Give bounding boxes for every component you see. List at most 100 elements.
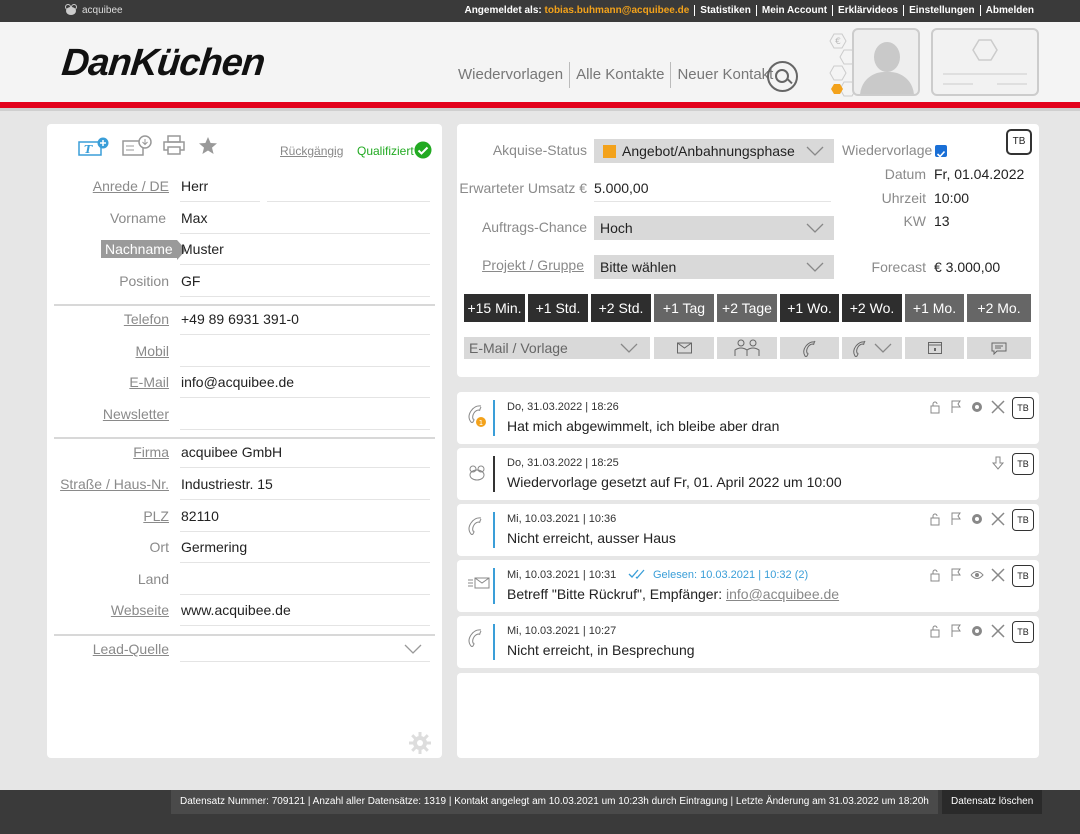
- leadquelle-select[interactable]: [180, 638, 430, 662]
- nav-neuer-kontakt[interactable]: Neuer Kontakt: [671, 62, 779, 88]
- tb-button[interactable]: TB: [1012, 453, 1034, 475]
- nav-alle-kontakte[interactable]: Alle Kontakte: [570, 62, 672, 88]
- arrow-down-icon[interactable]: [991, 456, 1005, 470]
- tb-button[interactable]: TB: [1012, 509, 1034, 531]
- strasse-label[interactable]: Straße / Haus-Nr.: [60, 476, 169, 492]
- lock-icon[interactable]: [928, 400, 942, 414]
- uhrzeit-field[interactable]: 10:00: [934, 190, 969, 206]
- time-button-2wo[interactable]: +2 Wo.: [842, 294, 902, 322]
- activity-entry[interactable]: Do, 31.03.2022 | 18:25 Wiedervorlage ges…: [457, 448, 1039, 500]
- nachname-field[interactable]: Muster: [181, 241, 224, 257]
- meeting-button[interactable]: [717, 337, 777, 359]
- time-button-2std[interactable]: +2 Std.: [591, 294, 651, 322]
- mobil-label[interactable]: Mobil: [136, 343, 169, 359]
- user-email[interactable]: tobias.buhmann@acquibee.de: [545, 5, 690, 16]
- call-button[interactable]: [780, 337, 839, 359]
- gear-icon[interactable]: [970, 624, 984, 638]
- webseite-label[interactable]: Webseite: [111, 602, 169, 618]
- link-mein-account[interactable]: Mein Account: [762, 5, 827, 16]
- search-icon[interactable]: [767, 61, 798, 92]
- close-icon[interactable]: [991, 512, 1005, 526]
- time-button-15min[interactable]: +15 Min.: [464, 294, 525, 322]
- link-statistiken[interactable]: Statistiken: [700, 5, 751, 16]
- umsatz-field[interactable]: 5.000,00: [594, 180, 649, 196]
- note-button[interactable]: [967, 337, 1031, 359]
- star-icon[interactable]: [198, 136, 218, 155]
- gear-icon[interactable]: [408, 731, 432, 755]
- close-icon[interactable]: [991, 400, 1005, 414]
- leadquelle-label[interactable]: Lead-Quelle: [93, 641, 169, 657]
- link-erklaervideos[interactable]: Erklärvideos: [838, 5, 898, 16]
- time-button-2mo[interactable]: +2 Mo.: [967, 294, 1031, 322]
- telefon-field[interactable]: +49 89 6931 391-0: [181, 311, 299, 327]
- chance-select[interactable]: Hoch: [594, 216, 834, 240]
- lock-icon[interactable]: [928, 624, 942, 638]
- calendar-button[interactable]: [905, 337, 964, 359]
- activity-entry[interactable]: Mi, 10.03.2021 | 10:31 Gelesen: 10.03.20…: [457, 560, 1039, 612]
- anrede-label[interactable]: Anrede / DE: [93, 178, 169, 194]
- flag-icon[interactable]: [949, 624, 963, 638]
- add-text-icon[interactable]: T: [78, 137, 110, 157]
- plz-field[interactable]: 82110: [181, 508, 219, 524]
- time-button-2tage[interactable]: +2 Tage: [717, 294, 777, 322]
- forecast-label: Forecast: [871, 259, 926, 275]
- firma-field[interactable]: acquibee GmbH: [181, 444, 282, 460]
- eye-icon[interactable]: [970, 568, 984, 582]
- print-icon[interactable]: [163, 135, 185, 155]
- company-logo[interactable]: DanKüchen: [60, 42, 267, 85]
- avatar[interactable]: [852, 28, 920, 96]
- firma-label[interactable]: Firma: [133, 444, 169, 460]
- delete-record-button[interactable]: Datensatz löschen: [942, 790, 1043, 814]
- nav-wiedervorlagen[interactable]: Wiedervorlagen: [452, 62, 571, 88]
- vorname-field[interactable]: Max: [181, 210, 207, 226]
- time-button-1mo[interactable]: +1 Mo.: [905, 294, 964, 322]
- status-color-icon: [603, 145, 616, 158]
- vcard-download-icon[interactable]: [122, 135, 154, 157]
- datum-field[interactable]: Fr, 01.04.2022: [934, 166, 1024, 182]
- time-button-1wo[interactable]: +1 Wo.: [780, 294, 839, 322]
- close-icon[interactable]: [991, 624, 1005, 638]
- undo-link[interactable]: Rückgängig: [280, 144, 343, 158]
- gear-icon[interactable]: [970, 512, 984, 526]
- email-label[interactable]: E-Mail: [129, 374, 169, 390]
- wiedervorlage-checkbox[interactable]: [935, 145, 947, 158]
- webseite-field[interactable]: www.acquibee.de: [181, 602, 291, 618]
- projekt-label[interactable]: Projekt / Gruppe: [482, 257, 584, 273]
- email-field[interactable]: info@acquibee.de: [181, 374, 294, 390]
- lock-icon[interactable]: [928, 512, 942, 526]
- activity-date: Do, 31.03.2022 | 18:26: [507, 401, 619, 413]
- email-template-select[interactable]: E-Mail / Vorlage: [464, 337, 650, 359]
- flag-icon[interactable]: [949, 400, 963, 414]
- strasse-field[interactable]: Industriestr. 15: [181, 476, 273, 492]
- activity-entry[interactable]: 1 Do, 31.03.2022 | 18:26 Hat mich abgewi…: [457, 392, 1039, 444]
- flag-icon[interactable]: [949, 568, 963, 582]
- plz-label[interactable]: PLZ: [143, 508, 169, 524]
- close-icon[interactable]: [991, 568, 1005, 582]
- send-email-button[interactable]: [654, 337, 714, 359]
- tb-button[interactable]: TB: [1006, 129, 1032, 155]
- activity-date: Mi, 10.03.2021 | 10:31: [507, 569, 617, 581]
- flag-icon[interactable]: [949, 512, 963, 526]
- newsletter-label[interactable]: Newsletter: [103, 406, 169, 422]
- call-options-button[interactable]: [842, 337, 902, 359]
- tb-button[interactable]: TB: [1012, 565, 1034, 587]
- lock-icon[interactable]: [928, 568, 942, 582]
- tb-button[interactable]: TB: [1012, 621, 1034, 643]
- checkmark-icon[interactable]: [414, 141, 432, 159]
- activity-entry[interactable]: Mi, 10.03.2021 | 10:36 Nicht erreicht, a…: [457, 504, 1039, 556]
- tb-button[interactable]: TB: [1012, 397, 1034, 419]
- time-button-1tag[interactable]: +1 Tag: [654, 294, 714, 322]
- ort-field[interactable]: Germering: [181, 539, 247, 555]
- link-einstellungen[interactable]: Einstellungen: [909, 5, 975, 16]
- projekt-select[interactable]: Bitte wählen: [594, 255, 834, 279]
- link-abmelden[interactable]: Abmelden: [986, 5, 1034, 16]
- business-card-placeholder[interactable]: [931, 28, 1039, 96]
- time-button-1std[interactable]: +1 Std.: [528, 294, 588, 322]
- akquise-select[interactable]: Angebot/Anbahnungsphase: [594, 139, 834, 163]
- telefon-label[interactable]: Telefon: [124, 311, 169, 327]
- gear-icon[interactable]: [970, 400, 984, 414]
- activity-entry[interactable]: Mi, 10.03.2021 | 10:27 Nicht erreicht, i…: [457, 616, 1039, 668]
- recipient-link[interactable]: info@acquibee.de: [726, 586, 839, 602]
- position-field[interactable]: GF: [181, 273, 200, 289]
- anrede-field[interactable]: Herr: [181, 178, 208, 194]
